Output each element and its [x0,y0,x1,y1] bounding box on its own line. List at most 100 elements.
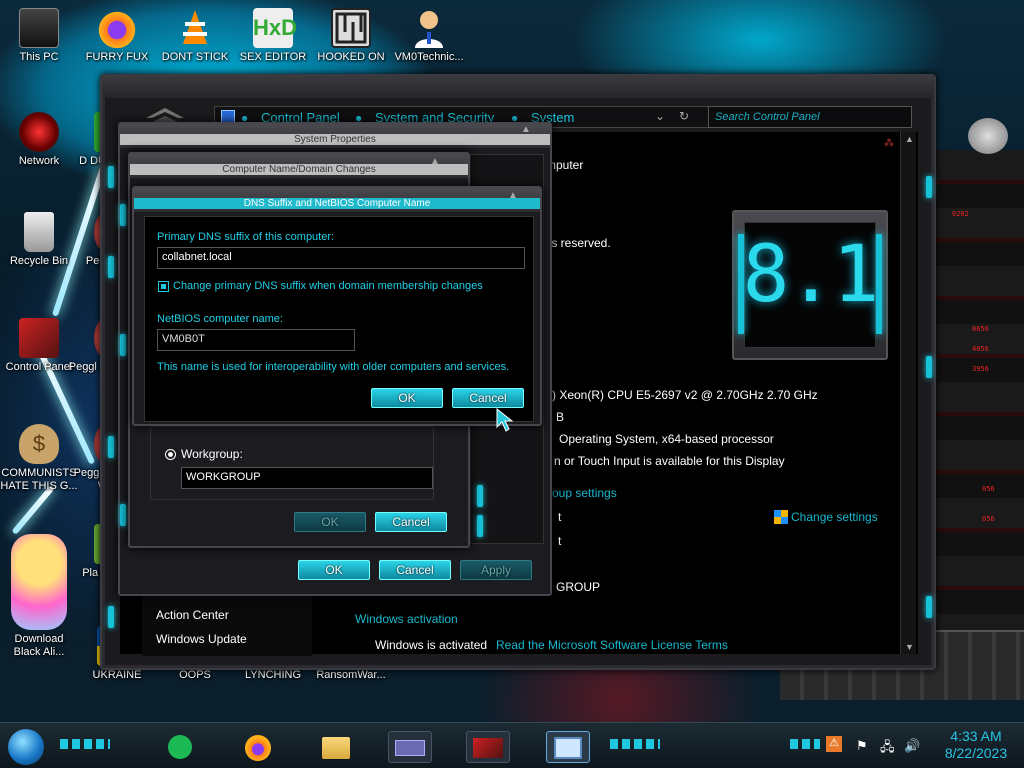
taskbar-firefox[interactable] [236,731,280,763]
primary-dns-label: Primary DNS suffix of this computer: [157,231,335,243]
close-icon[interactable]: ▲ [430,156,440,167]
frame-accent [108,436,114,458]
control-panel-icon [473,738,503,758]
dns-suffix-dialog[interactable]: DNS Suffix and NetBIOS Computer Name ▲ P… [132,186,542,432]
taskbar-accent [610,739,660,749]
dialog-title: DNS Suffix and NetBIOS Computer Name [134,198,540,209]
windows-version-logo: 8.1 [732,210,888,360]
close-icon[interactable]: ▲ [514,124,538,138]
cancel-button[interactable]: Cancel [379,560,451,580]
version-number: 8.1 [742,230,880,320]
ok-button[interactable]: OK [298,560,370,580]
primary-dns-field[interactable]: collabnet.local [157,247,525,269]
mouse-cursor-icon [495,407,517,433]
hxd-icon: HxD [253,8,297,48]
workgroup-field[interactable]: WORKGROUP [181,467,433,489]
frame-accent [926,596,932,618]
netbios-field[interactable]: VM0B0T [157,329,355,351]
taskbar-accent [790,739,820,749]
taskbar-system-properties[interactable] [388,731,432,763]
cancel-button[interactable]: Cancel [375,512,447,532]
shield-icon [774,510,788,524]
refresh-icon[interactable]: ↻ [679,109,689,123]
taskbar-notes-app[interactable] [158,731,202,763]
cartoon-character-icon [11,534,67,630]
clock-time: 4:33 AM [950,728,1002,744]
chevron-down-icon[interactable]: ⌄ [655,109,665,123]
cancel-button[interactable]: Cancel [452,388,524,408]
license-terms-link[interactable]: Read the Microsoft Software License Term… [496,638,728,652]
workgroup-radio[interactable] [165,449,176,460]
activation-status: Windows is activated [375,638,488,652]
desktop-icon-vm0technic[interactable]: VM0Technic... [390,8,468,64]
search-input[interactable]: Search Control Panel [708,106,912,128]
taskbar-control-panel[interactable] [466,731,510,763]
flag-icon[interactable]: ⚑ [856,738,868,754]
volume-icon[interactable]: 🔊 [904,738,920,754]
monitor-icon [554,737,582,759]
taskbar: ⚠ ⚑ 🖧 🔊 4:33 AM 8/22/2023 [0,722,1024,768]
change-dns-label[interactable]: Change primary DNS suffix when domain me… [173,280,483,292]
windows-update-link[interactable]: Windows Update [156,632,247,646]
action-center-link[interactable]: Action Center [156,608,229,622]
system-window-icon [395,740,425,756]
maze-icon [331,8,371,48]
desktop-icon-furry-fux[interactable]: FURRY FUX [78,8,156,64]
see-also-panel: Action Center Windows Update [142,596,312,656]
clock-date: 8/22/2023 [944,745,1008,761]
desktop-icon-download-black[interactable]: Download Black Ali... [0,534,78,659]
ok-button[interactable]: OK [294,512,366,532]
copyright-text: ts reserved. [548,236,611,250]
netbios-label: NetBIOS computer name: [157,313,283,325]
taskbar-remote-desktop[interactable] [546,731,590,763]
info-line: t [558,534,562,548]
tray-app-icon[interactable]: ⚠ [826,736,842,752]
network-icon [19,112,59,152]
window-titlebar[interactable] [102,76,934,98]
close-icon[interactable]: ▲ [508,190,518,201]
dialog-title: System Properties [120,134,550,145]
clock[interactable]: 4:33 AM 8/22/2023 [932,728,1020,762]
user-icon [409,8,449,48]
system-type-value: Operating System, x64-based processor [559,432,774,446]
taskbar-file-explorer[interactable] [314,731,358,763]
desktop-icon-sex-editor[interactable]: HxD SEX EDITOR [234,8,312,64]
frame-accent [926,176,932,198]
firefox-icon [97,8,137,48]
vlc-cone-icon [175,8,215,48]
help-icon[interactable]: ⁂ [884,138,894,149]
start-button-icon[interactable] [8,729,44,765]
desktop-icon-hooked-on[interactable]: HOOKED ON [312,8,390,64]
desktop-icon-dont-stick[interactable]: DONT STICK [156,8,234,64]
vertical-scrollbar[interactable]: ▲ ▼ [900,132,916,654]
apply-button[interactable]: Apply [460,560,532,580]
member-of-group: Workgroup: WORKGROUP [150,426,434,500]
windows-activation-header: Windows activation [355,612,458,626]
dns-dialog-body: Primary DNS suffix of this computer: col… [144,216,534,432]
ok-button[interactable]: OK [371,388,443,408]
frame-accent [108,606,114,628]
notes-app-icon [168,735,192,759]
workgroup-value: GROUP [556,580,601,594]
change-settings-link[interactable]: Change settings [791,510,878,524]
firefox-icon [245,735,271,761]
dialog-titlebar[interactable]: DNS Suffix and NetBIOS Computer Name [134,188,540,212]
pen-touch-value: n or Touch Input is available for this D… [554,454,785,468]
folder-icon [322,737,350,759]
frame-accent [926,356,932,378]
alien-logo-icon [968,118,1008,154]
frame-accent [108,256,114,278]
processor-value: ) Xeon(R) CPU E5-2697 v2 @ 2.70GHz 2.70 … [552,388,818,402]
frame-accent [108,166,114,188]
dialog-titlebar[interactable]: System Properties [120,124,550,148]
change-dns-checkbox[interactable] [158,281,169,292]
recycle-bin-icon [24,212,54,252]
desktop-icon-this-pc[interactable]: This PC [0,8,78,64]
network-icon[interactable]: 🖧 [880,738,895,760]
dialog-titlebar[interactable]: Computer Name/Domain Changes [130,154,468,178]
workgroup-label: Workgroup: [181,447,243,461]
dialog-title: Computer Name/Domain Changes [130,164,468,175]
money-bag-icon: $ [19,424,59,464]
control-panel-icon [19,318,59,358]
taskbar-accent [60,739,110,749]
